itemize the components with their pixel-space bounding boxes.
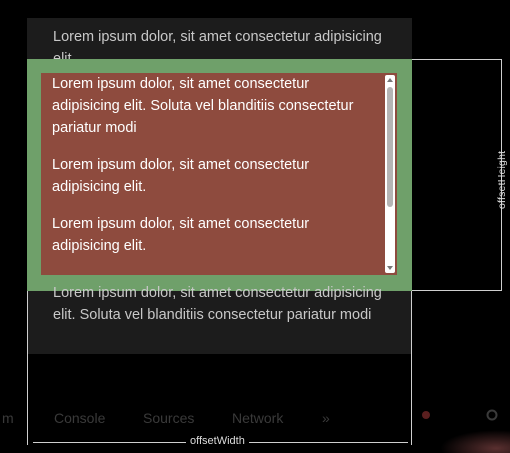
- tab-console[interactable]: Console: [54, 410, 105, 426]
- element-border-highlight: Lorem ipsum dolor, sit amet consectetur …: [27, 59, 412, 291]
- offset-height-label: offsetHeight: [496, 150, 508, 210]
- scrollbar-thumb[interactable]: [387, 87, 393, 207]
- scrollbar[interactable]: [385, 75, 395, 273]
- offset-height-bottom-line: [412, 290, 502, 291]
- offset-height-top-line: [412, 59, 502, 60]
- scroll-content: Lorem ipsum dolor, sit amet consectetur …: [52, 73, 372, 272]
- error-badge-icon[interactable]: [420, 408, 432, 420]
- settings-icon[interactable]: [486, 408, 498, 421]
- scrollable-box[interactable]: Lorem ipsum dolor, sit amet consectetur …: [41, 73, 397, 275]
- offset-width-label: offsetWidth: [186, 435, 249, 447]
- devtools-tab-bar: m Console Sources Network »: [0, 402, 510, 432]
- tab-elements[interactable]: m: [2, 410, 14, 426]
- scroll-item: Lorem ipsum dolor, sit amet consectetur …: [52, 216, 310, 254]
- scroll-item: Lorem ipsum dolor, sit amet consectetur …: [52, 157, 310, 195]
- bottom-paragraph: Lorem ipsum dolor, sit amet consectetur …: [53, 285, 382, 323]
- scroll-down-icon[interactable]: [387, 266, 393, 270]
- tab-network[interactable]: Network: [232, 410, 283, 426]
- scroll-item: Lorem ipsum dolor, sit amet consectetur …: [52, 76, 354, 136]
- scroll-up-icon[interactable]: [387, 78, 393, 82]
- more-tabs-icon[interactable]: »: [322, 410, 330, 426]
- corner-tint: [440, 430, 510, 453]
- tab-sources[interactable]: Sources: [143, 410, 194, 426]
